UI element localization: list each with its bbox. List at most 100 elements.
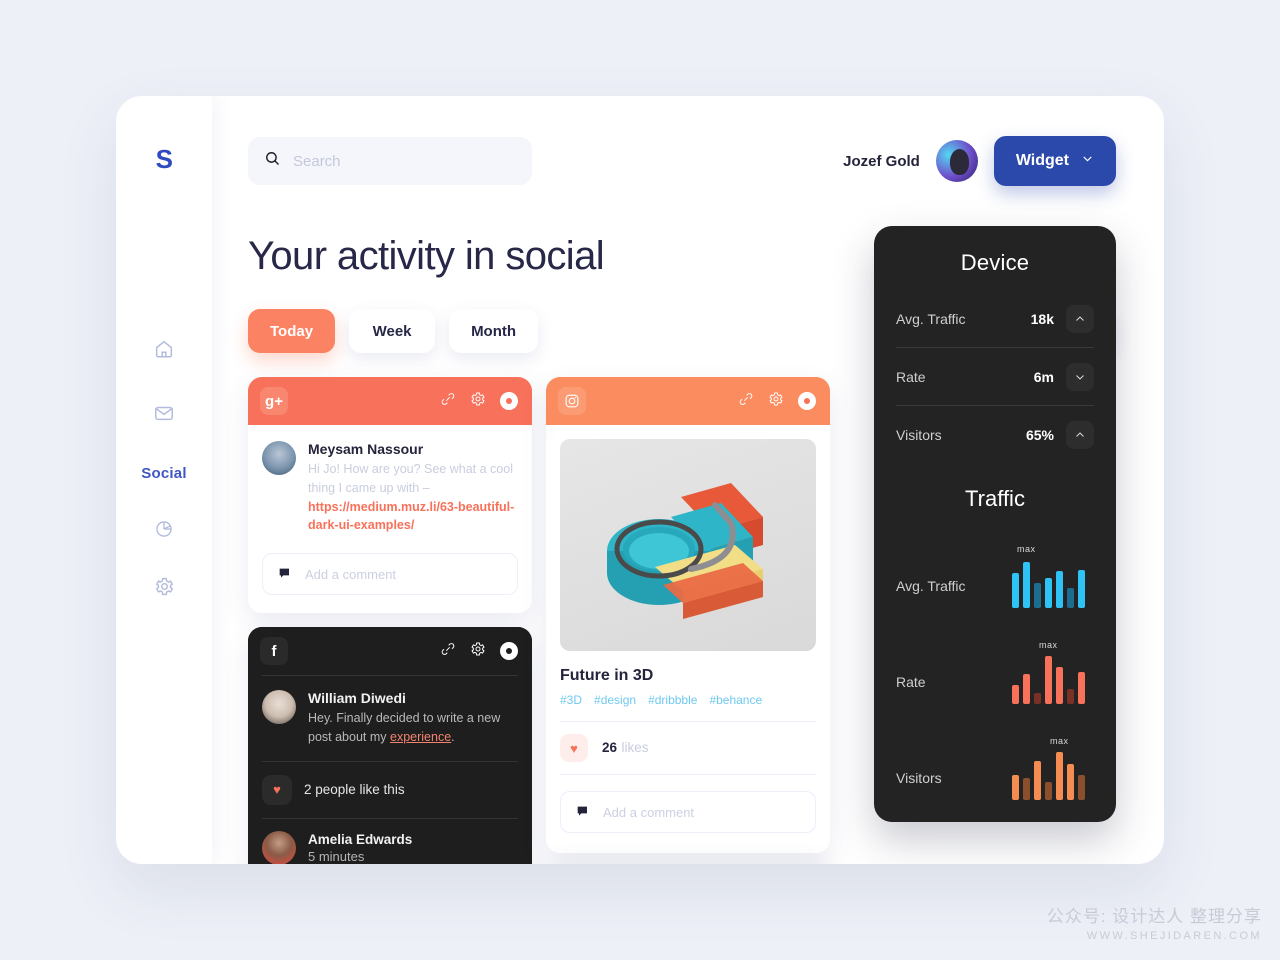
facebook-icon: f — [260, 637, 288, 665]
link-icon[interactable] — [440, 391, 456, 412]
post-link[interactable]: experience — [390, 730, 451, 744]
sidebar-item-label: Social — [141, 464, 187, 482]
stat-row-rate: Rate 6m — [896, 348, 1094, 406]
avatar[interactable] — [935, 140, 978, 182]
tab-month[interactable]: Month — [449, 309, 539, 353]
gear-icon[interactable] — [470, 641, 486, 662]
topbar-right: Jozef Gold Widget — [843, 136, 1116, 186]
mail-icon — [153, 402, 175, 429]
sidebar-item-home[interactable] — [138, 325, 190, 377]
gear-icon — [154, 576, 175, 602]
chevron-down-icon — [1081, 152, 1094, 170]
bar — [1023, 778, 1030, 800]
topbar: Jozef Gold Widget — [248, 136, 1116, 186]
bar — [1056, 570, 1063, 608]
chart-label: Avg. Traffic — [896, 578, 966, 594]
bar — [1067, 763, 1074, 800]
device-panel-title: Device — [960, 250, 1030, 275]
search-bar[interactable] — [248, 137, 532, 185]
tab-today[interactable]: Today — [248, 309, 336, 353]
tag[interactable]: #behance — [709, 693, 762, 707]
post-avatar — [262, 690, 296, 724]
search-input[interactable] — [293, 152, 493, 170]
tag[interactable]: #design — [594, 693, 636, 707]
column-left: g+ Meysam Nassour Hi Jo! How are you? Se… — [248, 377, 532, 864]
post-link[interactable]: https://medium.muz.li/63-beautiful-dark-… — [308, 500, 514, 533]
watermark-line-1: 公众号: 设计达人 整理分享 — [1046, 907, 1262, 926]
list-item[interactable]: Amelia Edwards 5 minutes — [248, 819, 532, 864]
post-avatar — [262, 441, 296, 475]
card-facebook-header: f — [248, 627, 532, 675]
bar — [1023, 674, 1030, 704]
stat-row-avg-traffic: Avg. Traffic 18k — [896, 290, 1094, 348]
app-logo[interactable]: S — [156, 144, 173, 175]
bar — [1034, 583, 1041, 608]
comment-input[interactable]: Add a comment — [262, 553, 518, 595]
stat-value: 18k — [1030, 310, 1054, 327]
link-icon[interactable] — [738, 391, 754, 412]
chart-max-label: max — [1050, 736, 1069, 746]
watermark-line-2: WWW.SHEJIDAREN.COM — [1086, 930, 1262, 942]
user-name: Jozef Gold — [843, 152, 920, 170]
bar — [1056, 752, 1063, 800]
add-dot-icon[interactable] — [798, 392, 816, 410]
chart-rate: Rate max — [896, 620, 1094, 704]
post: Meysam Nassour Hi Jo! How are you? See w… — [262, 441, 518, 535]
stat-value: 6m — [1033, 368, 1054, 385]
sidebar-item-analytics[interactable] — [138, 505, 190, 557]
chart-max-label: max — [1017, 544, 1036, 554]
chart-max-label: max — [1039, 640, 1058, 650]
traffic-title: Traffic — [965, 486, 1025, 511]
post: William Diwedi Hey. Finally decided to w… — [262, 690, 518, 747]
app-window: S Social Search Jozef Gold Widget Your a… — [116, 96, 1164, 864]
tag-list: #3D #design #dribbble #behance — [560, 693, 816, 707]
search-icon — [264, 150, 281, 172]
sidebar-item-settings[interactable] — [138, 563, 190, 615]
post-image — [560, 439, 816, 651]
person-time: 5 minutes — [308, 848, 365, 864]
card-gplus-body: Meysam Nassour Hi Jo! How are you? See w… — [248, 425, 532, 613]
tag[interactable]: #dribbble — [648, 693, 697, 707]
comment-icon — [277, 565, 293, 584]
add-dot-icon[interactable] — [500, 392, 518, 410]
sidebar-item-mail[interactable] — [138, 389, 190, 441]
likes-count: 26 — [602, 740, 618, 755]
bar — [1045, 781, 1052, 800]
stat-label: Avg. Traffic — [896, 310, 966, 327]
stat-label: Visitors — [896, 427, 942, 443]
card-gplus: g+ Meysam Nassour Hi Jo! How are you? Se… — [248, 377, 532, 613]
tag[interactable]: #3D — [560, 693, 582, 707]
watermark: 公众号: 设计达人 整理分享 WWW.SHEJIDAREN.COM — [1047, 902, 1262, 942]
chevron-up-icon[interactable] — [1066, 304, 1094, 333]
stat-label: Rate — [896, 368, 926, 385]
instagram-icon — [558, 387, 586, 415]
tab-week[interactable]: Week — [349, 309, 436, 353]
post-text-plain: Hi Jo! How are you? See what a cool thin… — [308, 462, 513, 495]
sidebar-item-social[interactable]: Social — [138, 447, 190, 499]
bar — [1034, 693, 1041, 704]
link-icon[interactable] — [440, 641, 456, 662]
bar — [1078, 672, 1085, 704]
comment-input[interactable]: Add a comment — [560, 791, 816, 833]
stat-value: 65% — [1025, 427, 1054, 443]
add-dot-icon[interactable] — [500, 642, 518, 660]
post-author: William Diwedi — [308, 690, 406, 706]
gear-icon[interactable] — [470, 391, 486, 412]
chart-label: Rate — [896, 674, 926, 690]
heart-icon[interactable]: ♥ — [560, 734, 588, 762]
comment-placeholder: Add a comment — [305, 566, 397, 582]
bar — [1012, 775, 1019, 800]
widget-button[interactable]: Widget — [993, 136, 1116, 186]
google-plus-icon: g+ — [260, 387, 288, 415]
bar-group — [1012, 656, 1094, 704]
bar — [1045, 578, 1052, 608]
chevron-up-icon[interactable] — [1066, 421, 1094, 449]
bar-group — [1012, 752, 1094, 800]
bar — [1056, 666, 1063, 704]
bar — [1067, 688, 1074, 704]
chevron-down-icon[interactable] — [1066, 362, 1094, 391]
card-actions — [440, 391, 518, 412]
heart-icon[interactable]: ♥ — [262, 774, 292, 805]
likes-row: ♥ 2 people like this — [248, 762, 532, 818]
gear-icon[interactable] — [768, 391, 784, 412]
